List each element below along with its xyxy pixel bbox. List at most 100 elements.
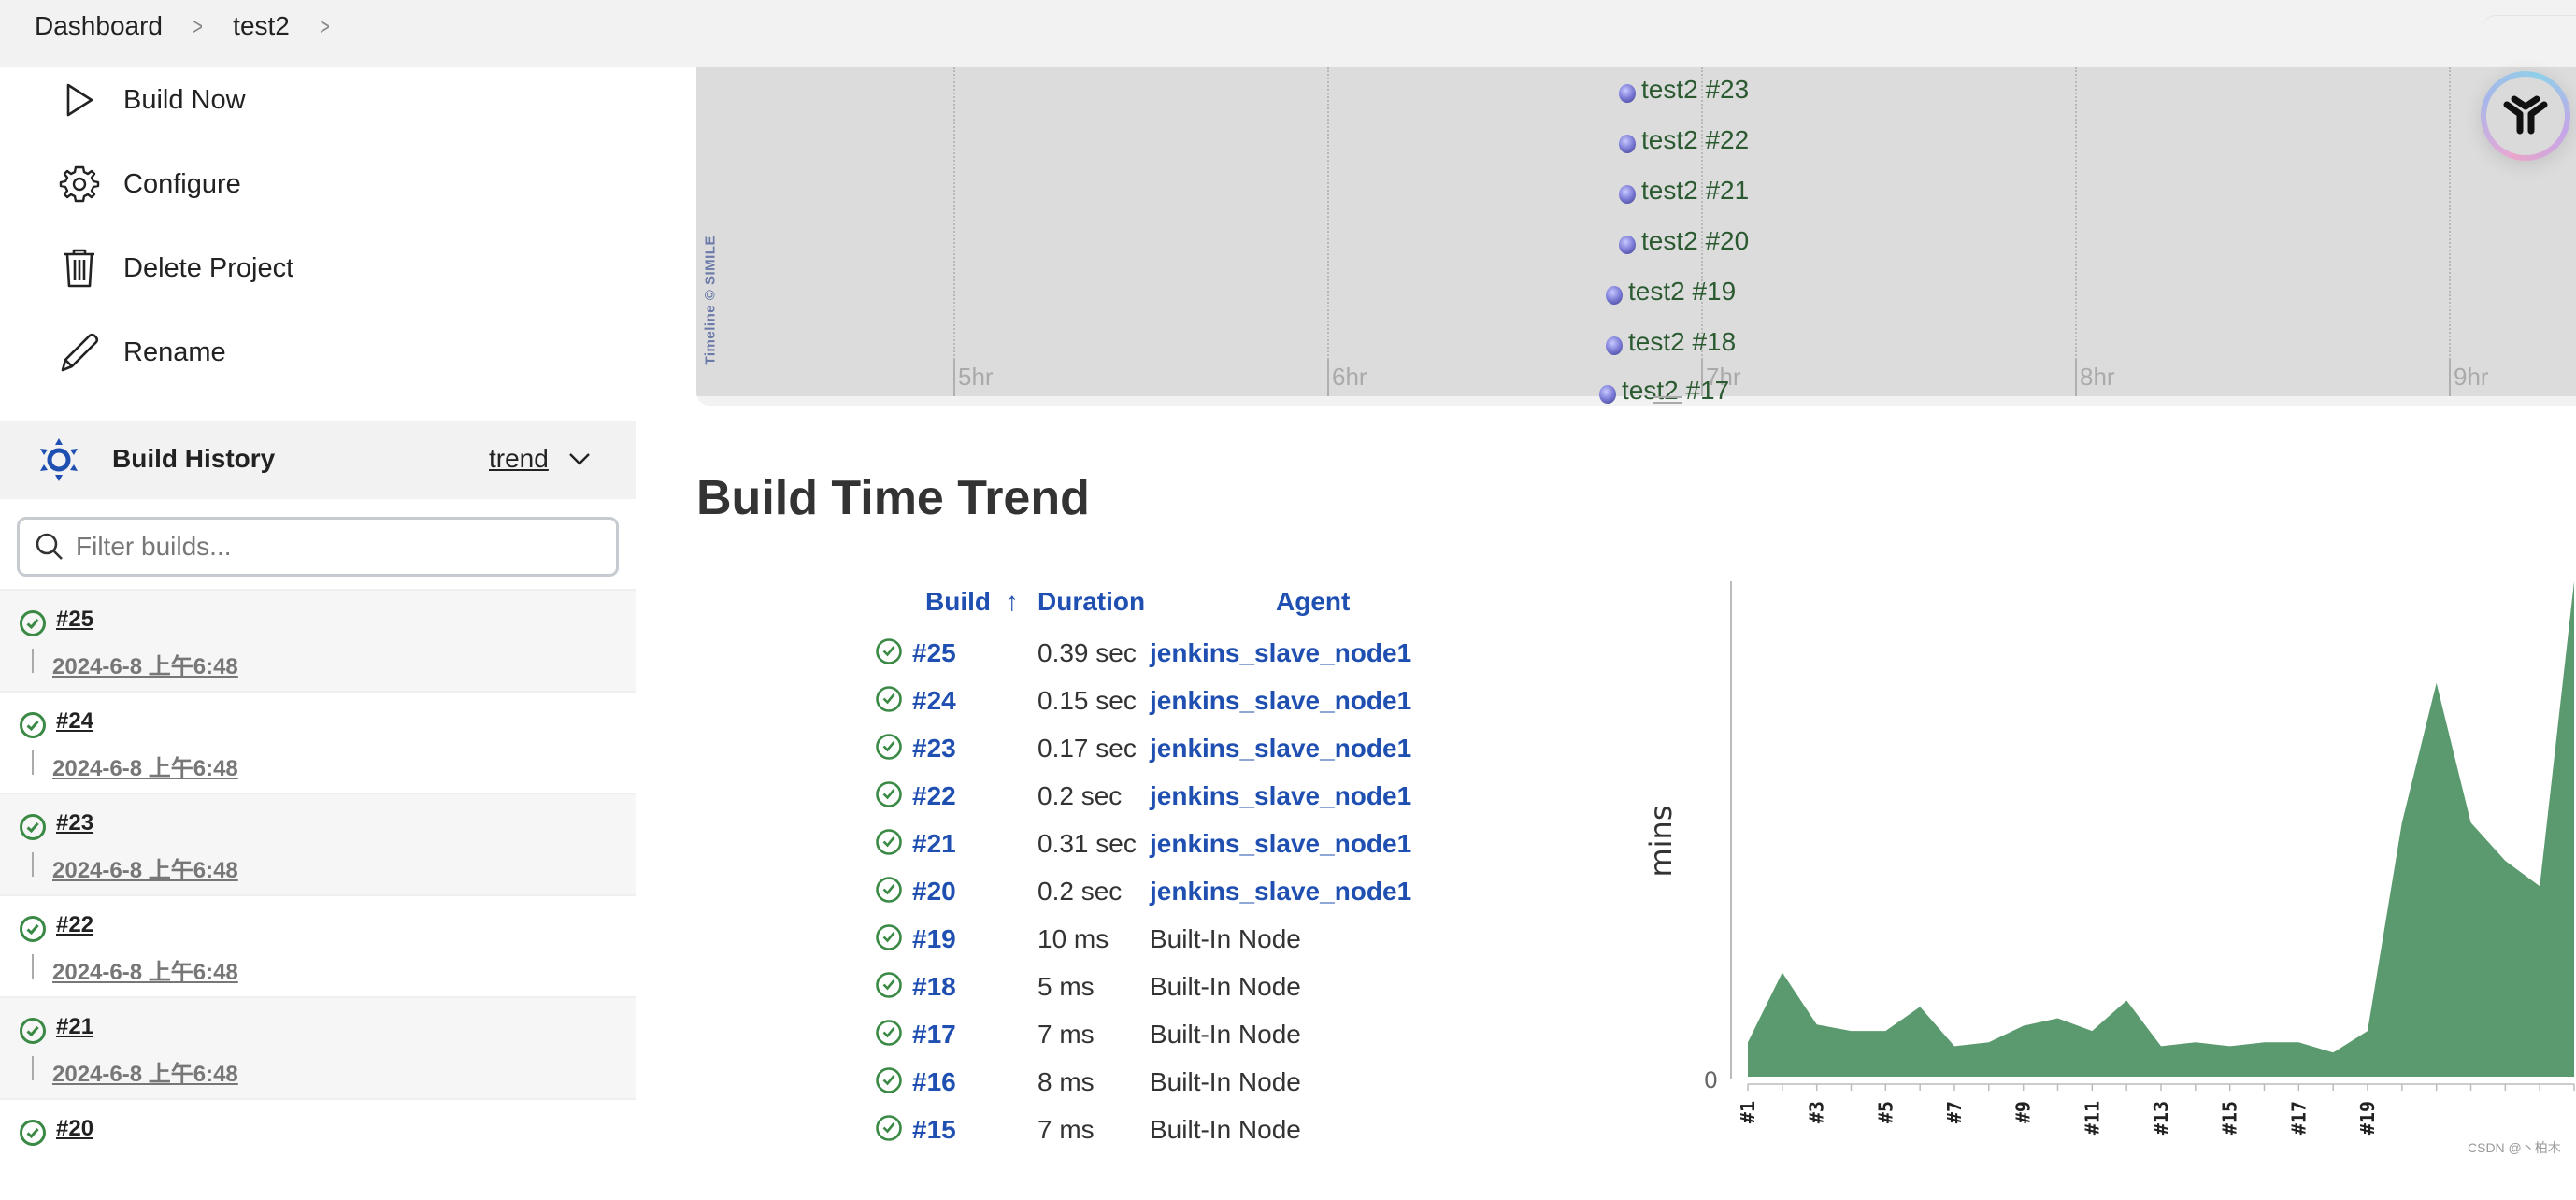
- success-icon: [875, 828, 903, 856]
- build-link[interactable]: #24: [912, 686, 956, 716]
- success-icon: [875, 685, 903, 713]
- timeline-event-label[interactable]: test2 #18: [1628, 327, 1736, 357]
- build-link[interactable]: #21: [912, 829, 956, 859]
- timeline-event[interactable]: test2 #23: [1619, 75, 1749, 105]
- task-build-now[interactable]: Build Now: [56, 67, 246, 133]
- build-history-item[interactable]: #20: [0, 1098, 636, 1200]
- timeline-event[interactable]: test2 #20: [1619, 226, 1749, 256]
- chevron-right-icon[interactable]: >: [193, 12, 203, 41]
- build-date-link[interactable]: 2024-6-8 上午6:48: [52, 953, 238, 986]
- duration-cell: 0.17 sec: [1038, 734, 1137, 764]
- duration-area: [1748, 581, 2574, 1077]
- success-icon: [875, 780, 903, 808]
- build-date-link[interactable]: 2024-6-8 上午6:48: [52, 750, 238, 782]
- timeline-bar: [32, 750, 34, 775]
- build-link[interactable]: #19: [912, 924, 956, 954]
- timeline-event-label[interactable]: test2 #19: [1628, 277, 1736, 307]
- column-header-build-label[interactable]: Build: [925, 587, 991, 616]
- x-tick-label: #17: [2287, 1101, 2310, 1135]
- build-number-link[interactable]: #21: [56, 1014, 93, 1040]
- build-number-link[interactable]: #20: [56, 1116, 93, 1142]
- agent-cell[interactable]: jenkins_slave_node1: [1150, 781, 1411, 811]
- agent-cell[interactable]: jenkins_slave_node1: [1150, 734, 1411, 764]
- timeline-event-label[interactable]: test2 #22: [1641, 125, 1749, 155]
- build-history-title: Build History: [112, 444, 275, 474]
- success-icon: [875, 923, 903, 951]
- timeline-event-label[interactable]: test2 #23: [1641, 75, 1749, 105]
- build-history-header: Build History trend: [0, 421, 636, 499]
- build-link[interactable]: #15: [912, 1115, 956, 1145]
- build-history-icon: [36, 436, 82, 483]
- build-history-item[interactable]: #24 2024-6-8 上午6:48: [0, 691, 636, 793]
- timeline-event-label[interactable]: test2 #21: [1641, 176, 1749, 206]
- event-dot-icon: [1619, 135, 1636, 153]
- build-link[interactable]: #23: [912, 734, 956, 764]
- timeline-event-label[interactable]: test2 #20: [1641, 226, 1749, 256]
- column-header-build[interactable]: Build ↑: [925, 587, 1019, 617]
- agent-cell[interactable]: jenkins_slave_node1: [1150, 686, 1411, 716]
- build-link[interactable]: #16: [912, 1067, 956, 1097]
- build-history-item[interactable]: #25 2024-6-8 上午6:48: [0, 589, 636, 691]
- build-link[interactable]: #25: [912, 638, 956, 668]
- build-number-link[interactable]: #22: [56, 912, 93, 938]
- build-link[interactable]: #18: [912, 972, 956, 1002]
- build-date-link[interactable]: 2024-6-8 上午6:48: [52, 648, 238, 680]
- agent-cell[interactable]: jenkins_slave_node1: [1150, 877, 1411, 907]
- sort-ascending-icon[interactable]: ↑: [1006, 587, 1019, 616]
- table-row: #23 0.17 sec jenkins_slave_node1: [869, 729, 1430, 777]
- event-dot-icon: [1619, 84, 1636, 103]
- duration-cell: 0.2 sec: [1038, 877, 1122, 907]
- timeline-event[interactable]: test2 #19: [1606, 277, 1736, 307]
- success-icon: [875, 971, 903, 999]
- build-number-link[interactable]: #25: [56, 607, 93, 633]
- breadcrumb-dashboard[interactable]: Dashboard: [35, 11, 163, 41]
- task-configure[interactable]: Configure: [56, 151, 241, 217]
- build-history-item[interactable]: #21 2024-6-8 上午6:48: [0, 996, 636, 1098]
- build-date-link[interactable]: 2024-6-8 上午6:48: [52, 1055, 238, 1088]
- success-icon: [19, 813, 47, 841]
- timeline-tick: [1327, 359, 1329, 396]
- agent-cell[interactable]: jenkins_slave_node1: [1150, 829, 1411, 859]
- duration-cell: 7 ms: [1038, 1115, 1095, 1145]
- build-history-item[interactable]: #22 2024-6-8 上午6:48: [0, 894, 636, 996]
- timeline-event[interactable]: test2 #18: [1606, 327, 1736, 357]
- task-label: Build Now: [123, 85, 246, 116]
- column-header-duration[interactable]: Duration: [1038, 587, 1145, 617]
- timeline-gridline: [2449, 67, 2451, 396]
- build-number-link[interactable]: #24: [56, 708, 93, 735]
- task-delete-project[interactable]: Delete Project: [56, 236, 293, 301]
- agent-cell[interactable]: jenkins_slave_node1: [1150, 638, 1411, 668]
- timeline-resize-handle[interactable]: [1653, 396, 1682, 404]
- build-number-link[interactable]: #23: [56, 810, 93, 836]
- agent-cell: Built-In Node: [1150, 924, 1301, 954]
- top-header: Dashboard > test2 >: [0, 0, 2576, 67]
- success-icon: [875, 637, 903, 665]
- build-timeline[interactable]: Timeline © SIMILE 5hr 6hr 7hr 8hr 9hr te…: [696, 67, 2576, 406]
- timeline-hour-label: 6hr: [1332, 363, 1367, 392]
- chevron-right-icon[interactable]: >: [320, 12, 330, 41]
- timeline-event[interactable]: test2 #22: [1619, 125, 1749, 155]
- filter-builds-input[interactable]: [76, 532, 599, 562]
- build-date-link[interactable]: 2024-6-8 上午6:48: [52, 851, 238, 884]
- breadcrumb-test2[interactable]: test2: [233, 11, 290, 41]
- chevron-down-icon[interactable]: [568, 450, 591, 468]
- build-link[interactable]: #17: [912, 1020, 956, 1050]
- sidebar: Build Now Configure Delete Project Renam…: [0, 67, 636, 1163]
- trend-link[interactable]: trend: [489, 444, 549, 474]
- assistant-button[interactable]: [2481, 71, 2570, 161]
- build-link[interactable]: #22: [912, 781, 956, 811]
- success-icon: [19, 609, 47, 637]
- duration-cell: 8 ms: [1038, 1067, 1095, 1097]
- build-link[interactable]: #20: [912, 877, 956, 907]
- timeline-tick: [953, 359, 955, 396]
- task-rename[interactable]: Rename: [56, 320, 226, 385]
- trash-icon: [56, 245, 103, 292]
- timeline-band[interactable]: Timeline © SIMILE 5hr 6hr 7hr 8hr 9hr te…: [696, 67, 2576, 396]
- table-row: #210.31 secjenkins_slave_node1: [869, 824, 1430, 872]
- agent-cell: Built-In Node: [1150, 1020, 1301, 1050]
- filter-builds-field[interactable]: [17, 517, 619, 577]
- x-tick-label: #13: [2150, 1101, 2172, 1135]
- build-history-item[interactable]: #23 2024-6-8 上午6:48: [0, 793, 636, 894]
- timeline-event[interactable]: test2 #21: [1619, 176, 1749, 206]
- column-header-agent[interactable]: Agent: [1276, 587, 1350, 617]
